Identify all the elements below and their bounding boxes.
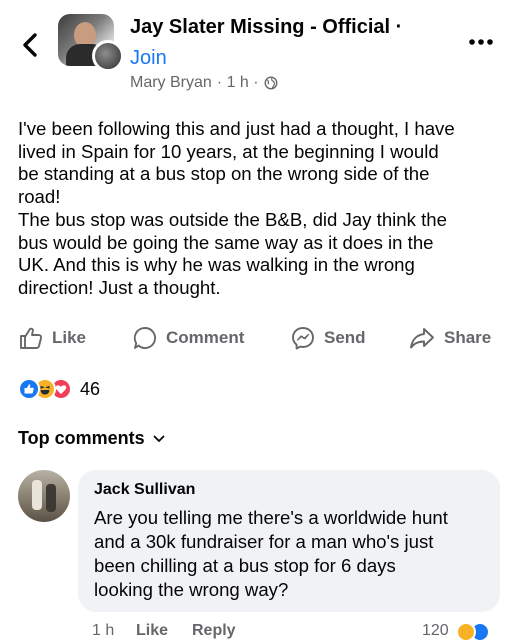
post-text-line: bus would be going the same way as it do… <box>18 231 434 253</box>
share-label: Share <box>444 328 492 347</box>
reaction-count: 46 <box>80 378 101 399</box>
reaction-summary[interactable]: 46 <box>18 376 100 402</box>
group-name[interactable]: Jay Slater Missing - Official · <box>130 16 402 39</box>
post-meta: Mary Bryan · 1 h · <box>130 74 278 92</box>
post-text-line: UK. And this is why he was walking in th… <box>18 254 415 276</box>
comment-text-line: Are you telling me there's a worldwide h… <box>94 507 448 528</box>
post-text-line: I've been following this and just had a … <box>18 118 455 139</box>
comment-like-button[interactable]: Like <box>136 622 168 640</box>
comment-reply-button[interactable]: Reply <box>192 622 236 640</box>
comment-reaction-count[interactable]: 120 <box>422 622 449 640</box>
chevron-down-icon <box>153 435 165 442</box>
post-text: I've been following this and just had a … <box>18 118 504 300</box>
author-avatar[interactable] <box>92 40 124 72</box>
comment-text-line: and a 30k fundraiser for a man who's jus… <box>94 531 434 552</box>
haha-reaction-icon <box>456 622 476 640</box>
more-options-icon[interactable] <box>466 36 496 48</box>
commenter-name[interactable]: Jack Sullivan <box>94 481 195 499</box>
comment-bubble-icon <box>133 327 157 349</box>
comment-label: Comment <box>166 328 245 347</box>
post-time: · 1 h · <box>216 74 259 91</box>
avatar-group[interactable] <box>58 14 124 72</box>
post-text-line: The bus stop was outside the B&B, did Ja… <box>18 208 447 230</box>
join-button[interactable]: Join <box>130 47 167 70</box>
comment-text: Are you telling me there's a worldwide h… <box>94 506 448 602</box>
post-text-line: direction! Just a thought. <box>18 276 221 298</box>
share-arrow-icon <box>410 328 434 349</box>
globe-icon <box>264 76 278 90</box>
post-actions-bar: Like Comment Send Share <box>0 320 513 356</box>
sort-label: Top comments <box>18 428 145 448</box>
share-button[interactable]: Share <box>408 320 491 356</box>
comment-text-line: been chilling at a bus stop for 6 days <box>94 555 396 576</box>
comment-time: 1 h <box>92 622 115 639</box>
post-header: Jay Slater Missing - Official · Join Mar… <box>0 0 513 100</box>
send-button[interactable]: Send <box>290 320 366 356</box>
author-name[interactable]: Mary Bryan <box>130 74 212 92</box>
thumbs-up-icon <box>20 327 43 349</box>
comment-button[interactable]: Comment <box>132 320 244 356</box>
comment-text-line: looking the wrong way? <box>94 579 289 600</box>
post-text-line: lived in Spain for 10 years, at the begi… <box>18 140 439 162</box>
comment-bubble: Jack Sullivan Are you telling me there's… <box>78 470 500 612</box>
like-reaction-icon <box>18 378 40 400</box>
messenger-icon <box>292 327 314 350</box>
comment-sort-dropdown[interactable]: Top comments <box>18 428 165 449</box>
like-label: Like <box>52 328 87 347</box>
commenter-avatar[interactable] <box>18 470 70 522</box>
post-text-line: road! <box>18 186 61 208</box>
comment-footer: 1 h Like Reply 120 <box>92 622 502 640</box>
comment-reaction-icons[interactable] <box>456 622 490 640</box>
send-label: Send <box>324 328 366 347</box>
like-button[interactable]: Like <box>18 320 86 356</box>
post-text-line: be standing at a bus stop on the wrong s… <box>18 163 430 185</box>
back-chevron-icon[interactable] <box>18 30 44 60</box>
